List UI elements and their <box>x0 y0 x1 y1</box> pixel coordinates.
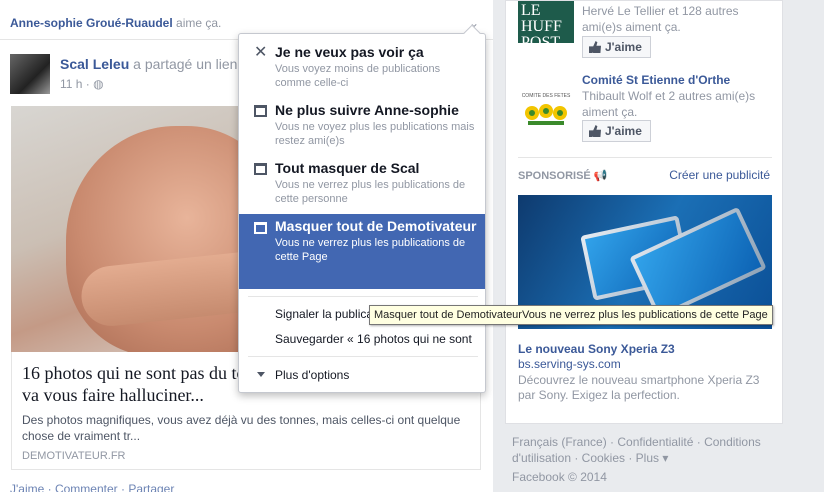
liker-suffix: aime ça. <box>176 16 222 30</box>
create-ad-link[interactable]: Créer une publicité <box>669 168 770 182</box>
post-actions[interactable]: J'aime · Commenter · Partager <box>10 482 174 492</box>
like-page-button-2[interactable]: J'aime <box>582 120 651 142</box>
footer-links[interactable]: Français (France) · Confidentialité · Co… <box>512 434 782 466</box>
hide-feed-icon <box>254 222 267 234</box>
ad-description: Découvrez le nouveau smartphone Xperia Z… <box>518 373 760 402</box>
menu-item-unfollow[interactable]: Ne plus suivre Anne-sophie Vous ne voyez… <box>239 102 485 148</box>
comite-friends-text: Thibault Wolf et 2 autres ami(e)s aiment… <box>582 89 756 119</box>
avatar[interactable] <box>10 54 50 94</box>
story-context: Anne-sophie Groué-Ruaudel aime ça. <box>10 16 221 30</box>
post-timestamp[interactable]: 11 h · ◍ <box>60 77 104 91</box>
page-footer: Français (France) · Confidentialité · Co… <box>512 434 782 485</box>
megaphone-icon: 📢 <box>593 170 608 182</box>
huff-friends-text: Hervé Le Tellier et 128 autres ami(e)s a… <box>582 4 739 34</box>
ad-url[interactable]: bs.serving-sys.com <box>518 357 621 371</box>
tooltip: Masquer tout de DemotivateurVous ne verr… <box>369 305 773 325</box>
menu-divider <box>248 296 478 297</box>
close-icon: ✕ <box>254 44 268 61</box>
comite-info: Comité St Etienne d'Orthe Thibault Wolf … <box>582 72 778 120</box>
link-description: Des photos magnifiques, vous avez déjà v… <box>22 413 461 443</box>
thumbs-up-icon <box>589 125 601 137</box>
post-header: Scal Leleu a partagé un lien. <box>60 56 241 72</box>
comite-name-link[interactable]: Comité St Etienne d'Orthe <box>582 72 778 88</box>
globe-icon: ◍ <box>93 77 104 91</box>
caret-down-icon <box>257 372 265 377</box>
huffpost-logo[interactable]: LE HUFF POST <box>518 1 574 51</box>
comite-logo[interactable]: COMITE DES FETES <box>518 89 574 131</box>
hide-feed-icon <box>254 105 267 117</box>
right-sidebar: LE HUFF POST Hervé Le Tellier et 128 aut… <box>505 0 783 424</box>
like-page-button[interactable]: J'aime <box>582 36 651 58</box>
copyright: Facebook © 2014 <box>512 470 607 484</box>
link-source: DEMOTIVATEUR.FR <box>22 450 126 462</box>
menu-item-save[interactable]: Sauvegarder « 16 photos qui ne sont pas … <box>275 332 475 346</box>
svg-text:COMITE DES FETES: COMITE DES FETES <box>522 93 571 99</box>
menu-item-hide-post[interactable]: ✕ Je ne veux pas voir ça Vous voyez moin… <box>239 44 485 90</box>
ad-title-link[interactable]: Le nouveau Sony Xperia Z3 <box>518 342 675 356</box>
liker-name-link[interactable]: Anne-sophie Groué-Ruaudel <box>10 16 173 30</box>
sponsored-label: SPONSORISÉ 📢 <box>518 170 608 182</box>
thumbs-up-icon <box>589 41 601 53</box>
post-options-menu: ✕ Je ne veux pas voir ça Vous voyez moin… <box>238 24 486 393</box>
divider <box>518 157 772 158</box>
hide-feed-icon <box>254 163 267 175</box>
menu-item-more-options[interactable]: Plus d'options <box>275 368 475 382</box>
menu-divider <box>248 356 478 357</box>
author-name-link[interactable]: Scal Leleu <box>60 56 129 72</box>
menu-item-hide-all-person[interactable]: Tout masquer de Scal Vous ne verrez plus… <box>239 160 485 206</box>
author-action: a partagé un lien. <box>133 56 242 72</box>
menu-item-hide-all-page[interactable]: Masquer tout de Demotivateur Vous ne ver… <box>239 214 485 289</box>
